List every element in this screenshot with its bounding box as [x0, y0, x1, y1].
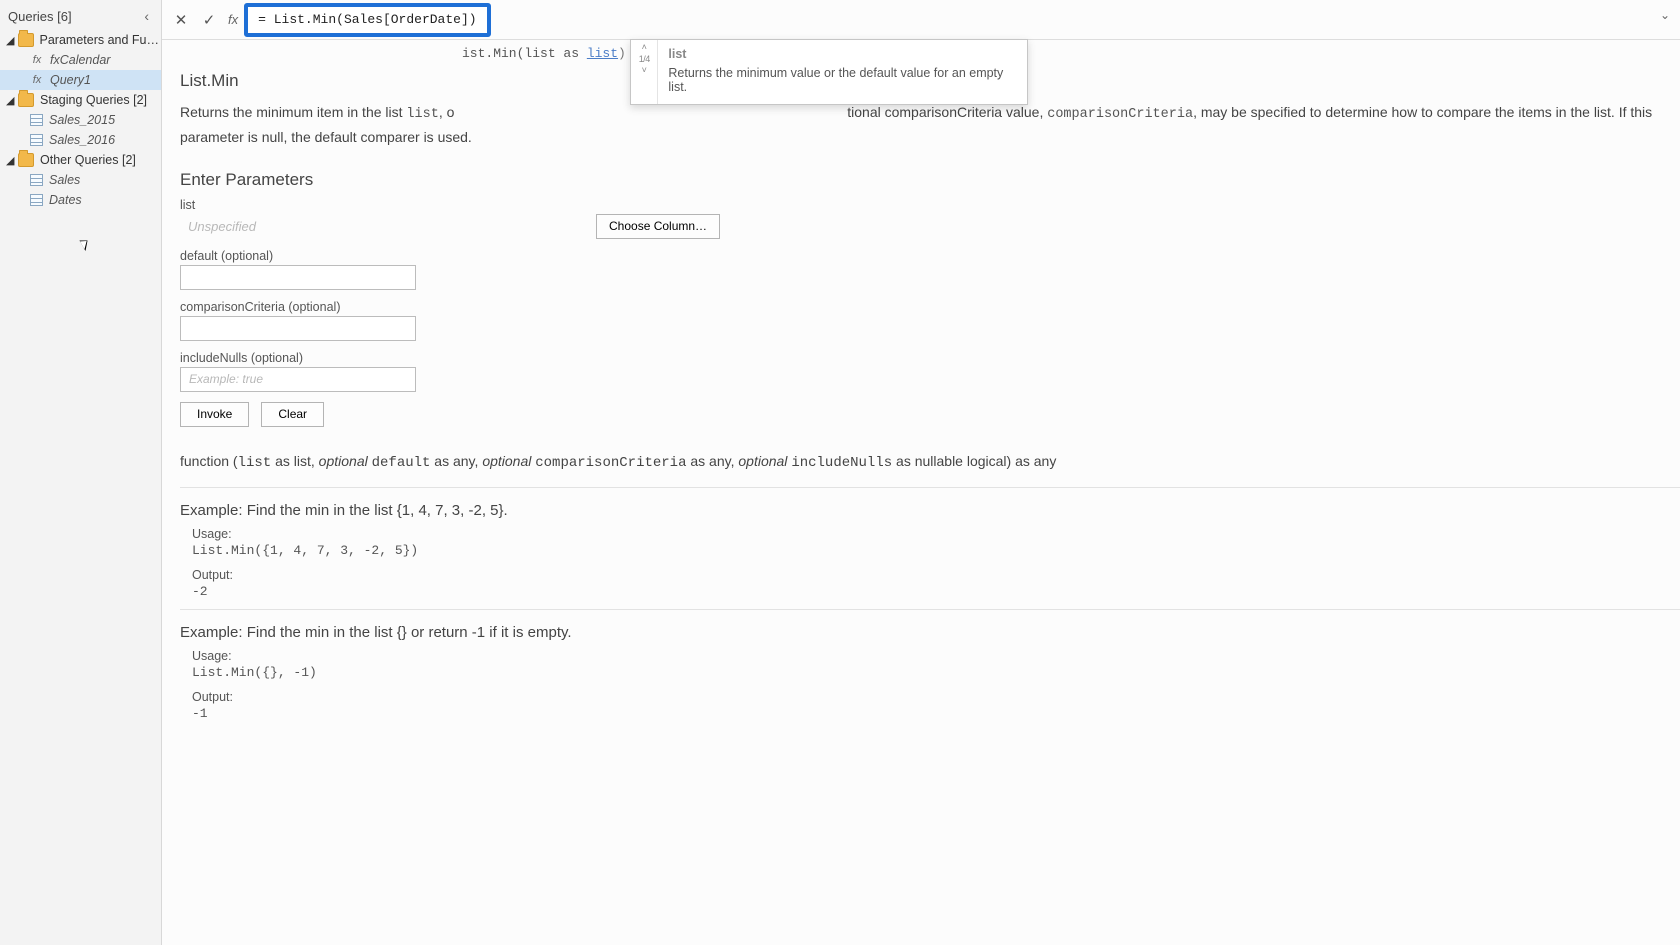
signature-list-link[interactable]: list [587, 46, 618, 61]
tree-item-label: fxCalendar [50, 53, 110, 67]
intellisense-popup: ˄ 1/4 ˅ list Returns the minimum value o… [630, 39, 1028, 105]
intellisense-up-icon[interactable]: ˄ [642, 43, 647, 52]
example-output-code: -2 [192, 584, 1680, 599]
param-comparison: comparisonCriteria (optional) [180, 300, 1680, 341]
queries-header-title: Queries [6] [8, 9, 72, 24]
queries-tree: ◢ Parameters and Fu… fx fxCalendar fx Qu… [0, 30, 161, 210]
expand-formula-icon[interactable]: ⌄ [1660, 8, 1670, 22]
cancel-formula-icon[interactable]: ✕ [170, 9, 192, 31]
table-icon [30, 134, 43, 146]
queries-pane: Queries [6] ‹ ◢ Parameters and Fu… fx fx… [0, 0, 162, 945]
queries-header: Queries [6] ‹ [0, 4, 161, 30]
tree-item-label: Sales_2016 [49, 133, 115, 147]
function-description: Returns the minimum item in the list lis… [180, 101, 1680, 162]
tree-group-header[interactable]: ◢ Parameters and Fu… [0, 30, 161, 50]
param-includenulls: includeNulls (optional) [180, 351, 1680, 392]
tree-item-query1[interactable]: fx Query1 [0, 70, 161, 90]
example-usage-code: List.Min({}, -1) [192, 665, 1680, 680]
example-output-code: -1 [192, 706, 1680, 721]
example-block: Example: Find the min in the list {1, 4,… [180, 487, 1680, 599]
tree-item-label: Sales [49, 173, 80, 187]
intellisense-down-icon[interactable]: ˅ [642, 66, 647, 75]
tree-group-label: Parameters and Fu… [40, 33, 160, 47]
folder-icon [18, 93, 34, 107]
table-icon [30, 174, 43, 186]
example-output-label: Output: [192, 568, 1680, 582]
signature-prefix: ist.Min(list as [462, 46, 587, 61]
tree-item-sales2016[interactable]: Sales_2016 [0, 130, 161, 150]
expander-icon[interactable]: ◢ [6, 94, 18, 107]
expander-icon[interactable]: ◢ [6, 34, 18, 47]
folder-icon [18, 33, 34, 47]
collapse-pane-icon[interactable]: ‹ [140, 8, 153, 24]
param-label: list [180, 198, 1680, 212]
table-icon [30, 194, 43, 206]
tree-group-header[interactable]: ◢ Other Queries [2] [0, 150, 161, 170]
tree-item-fxcalendar[interactable]: fx fxCalendar [0, 50, 161, 70]
example-title: Example: Find the min in the list {} or … [180, 624, 1680, 641]
table-icon [30, 114, 43, 126]
param-default: default (optional) [180, 249, 1680, 290]
param-action-row: Invoke Clear [180, 402, 1680, 427]
param-list-value[interactable]: Unspecified [180, 215, 416, 238]
description-text: tional comparisonCriteria value, [847, 104, 1047, 120]
example-usage-code: List.Min({1, 4, 7, 3, -2, 5}) [192, 543, 1680, 558]
tree-item-label: Dates [49, 193, 82, 207]
param-comparison-input[interactable] [180, 316, 416, 341]
tree-group-label: Other Queries [2] [40, 153, 136, 167]
fx-icon: fx [30, 54, 44, 66]
tree-group-parameters: ◢ Parameters and Fu… fx fxCalendar fx Qu… [0, 30, 161, 90]
description-text: , o [439, 104, 455, 120]
content-body: List.Min Returns the minimum item in the… [162, 65, 1680, 751]
function-signature: function (list as list, optional default… [180, 445, 1680, 479]
param-label: includeNulls (optional) [180, 351, 1680, 365]
tree-item-label: Sales_2015 [49, 113, 115, 127]
description-code: comparisonCriteria [1047, 107, 1193, 122]
param-includenulls-input[interactable] [180, 367, 416, 392]
intellisense-counter: 1/4 [639, 54, 650, 64]
tree-group-other: ◢ Other Queries [2] Sales Dates [0, 150, 161, 210]
example-block: Example: Find the min in the list {} or … [180, 609, 1680, 721]
expander-icon[interactable]: ◢ [6, 154, 18, 167]
intellisense-nav: ˄ 1/4 ˅ [631, 40, 658, 104]
param-default-input[interactable] [180, 265, 416, 290]
formula-text: = List.Min(Sales[OrderDate]) [258, 12, 476, 27]
clear-button[interactable]: Clear [261, 402, 324, 427]
fx-icon: fx [30, 74, 44, 86]
example-usage-label: Usage: [192, 649, 1680, 663]
tree-group-header[interactable]: ◢ Staging Queries [2] [0, 90, 161, 110]
tree-item-label: Query1 [50, 73, 91, 87]
intellisense-body: list Returns the minimum value or the de… [658, 40, 1027, 104]
example-output-label: Output: [192, 690, 1680, 704]
choose-column-button[interactable]: Choose Column… [596, 214, 720, 239]
tree-group-staging: ◢ Staging Queries [2] Sales_2015 Sales_2… [0, 90, 161, 150]
intellisense-param-name: list [658, 44, 1027, 64]
commit-formula-icon[interactable]: ✓ [198, 9, 220, 31]
folder-icon [18, 153, 34, 167]
invoke-button[interactable]: Invoke [180, 402, 249, 427]
tree-item-sales[interactable]: Sales [0, 170, 161, 190]
description-code: list [406, 107, 438, 122]
description-text: Returns the minimum item in the list [180, 104, 406, 120]
signature-suffix: ) [618, 46, 626, 61]
tree-item-sales2015[interactable]: Sales_2015 [0, 110, 161, 130]
param-label: comparisonCriteria (optional) [180, 300, 1680, 314]
tree-group-label: Staging Queries [2] [40, 93, 147, 107]
tree-item-dates[interactable]: Dates [0, 190, 161, 210]
example-title: Example: Find the min in the list {1, 4,… [180, 502, 1680, 519]
formula-bar: ✕ ✓ fx = List.Min(Sales[OrderDate]) ⌄ ˄ … [162, 0, 1680, 40]
formula-input-highlight[interactable]: = List.Min(Sales[OrderDate]) [244, 3, 490, 37]
intellisense-description: Returns the minimum value or the default… [658, 64, 1027, 100]
example-usage-label: Usage: [192, 527, 1680, 541]
param-list: list Unspecified Choose Column… [180, 198, 1680, 239]
fx-icon: fx [228, 12, 238, 27]
enter-parameters-title: Enter Parameters [180, 162, 1680, 198]
main-pane: ✕ ✓ fx = List.Min(Sales[OrderDate]) ⌄ ˄ … [162, 0, 1680, 945]
param-label: default (optional) [180, 249, 1680, 263]
